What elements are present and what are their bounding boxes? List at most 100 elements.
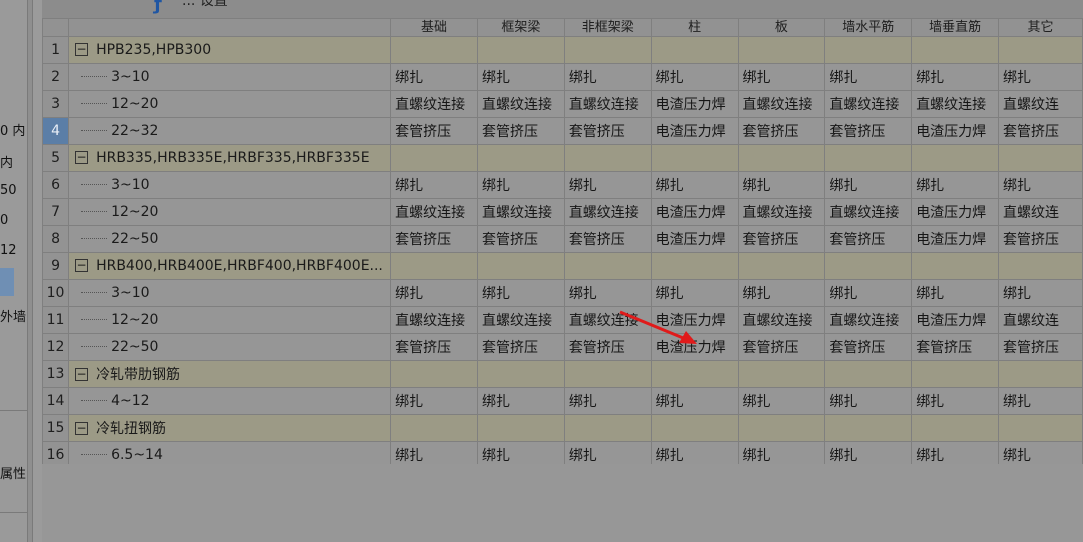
- connection-type-cell[interactable]: 绑扎: [911, 441, 1000, 464]
- connection-type-cell[interactable]: [998, 252, 1083, 280]
- connection-type-cell[interactable]: 绑扎: [390, 63, 478, 91]
- connection-type-cell[interactable]: 套管挤压: [390, 225, 478, 253]
- table-row[interactable]: 8 22~50 套管挤压 套管挤压 套管挤压 电渣压力焊 套管挤压 套管挤压 电渣压力焊 套管挤压: [42, 225, 1083, 253]
- connection-type-cell[interactable]: 套管挤压: [824, 333, 913, 361]
- connection-type-cell[interactable]: [563, 414, 652, 442]
- connection-type-cell[interactable]: [390, 414, 478, 442]
- connection-type-cell[interactable]: 绑扎: [737, 387, 826, 415]
- row-number[interactable]: 1: [42, 36, 70, 64]
- column-header[interactable]: 基础: [390, 18, 478, 37]
- diameter-range-cell[interactable]: 3~10: [68, 63, 392, 91]
- connection-type-cell[interactable]: [737, 414, 826, 442]
- diameter-range-cell[interactable]: 3~10: [68, 279, 392, 307]
- connection-type-cell[interactable]: 绑扎: [998, 441, 1083, 464]
- table-group-row[interactable]: 1− HPB235,HPB300: [42, 36, 1083, 64]
- column-header[interactable]: 非框架梁: [563, 18, 652, 37]
- collapse-toggle-icon[interactable]: −: [75, 150, 89, 164]
- connection-type-cell[interactable]: 套管挤压: [824, 225, 913, 253]
- connection-type-cell[interactable]: 绑扎: [390, 387, 478, 415]
- group-name-cell[interactable]: − HRB400,HRB400E,HRBF400,HRBF400E...: [68, 252, 392, 280]
- connection-type-cell[interactable]: 套管挤压: [476, 333, 565, 361]
- table-row[interactable]: 16 6.5~14 绑扎 绑扎 绑扎 绑扎 绑扎 绑扎 绑扎 绑扎: [42, 441, 1083, 464]
- connection-type-cell[interactable]: 绑扎: [737, 279, 826, 307]
- row-number[interactable]: 8: [42, 225, 70, 253]
- connection-type-cell[interactable]: 直螺纹连接: [824, 306, 913, 334]
- connection-type-cell[interactable]: 绑扎: [998, 387, 1083, 415]
- connection-type-cell[interactable]: 套管挤压: [563, 225, 652, 253]
- connection-type-cell[interactable]: 套管挤压: [737, 333, 826, 361]
- connection-type-cell[interactable]: 套管挤压: [390, 333, 478, 361]
- connection-type-cell[interactable]: 套管挤压: [998, 333, 1083, 361]
- connection-type-cell[interactable]: 绑扎: [563, 171, 652, 199]
- connection-type-cell[interactable]: 绑扎: [650, 279, 739, 307]
- connection-type-cell[interactable]: 绑扎: [390, 279, 478, 307]
- connection-type-cell[interactable]: [737, 360, 826, 388]
- connection-type-cell[interactable]: 套管挤压: [998, 225, 1083, 253]
- table-row[interactable]: 2 3~10 绑扎 绑扎 绑扎 绑扎 绑扎 绑扎 绑扎 绑扎: [42, 63, 1083, 91]
- connection-type-cell[interactable]: [824, 252, 913, 280]
- connection-type-cell[interactable]: [911, 36, 1000, 64]
- collapse-toggle-icon[interactable]: −: [75, 258, 89, 272]
- connection-type-cell[interactable]: [476, 252, 565, 280]
- row-number[interactable]: 12: [42, 333, 70, 361]
- connection-type-cell[interactable]: 绑扎: [824, 63, 913, 91]
- connection-type-cell[interactable]: 绑扎: [737, 171, 826, 199]
- connection-type-cell[interactable]: 绑扎: [563, 387, 652, 415]
- connection-type-cell[interactable]: [998, 414, 1083, 442]
- connection-type-cell[interactable]: 绑扎: [824, 279, 913, 307]
- connection-type-cell[interactable]: 直螺纹连接: [563, 306, 652, 334]
- connection-type-cell[interactable]: [390, 36, 478, 64]
- connection-type-cell[interactable]: [563, 252, 652, 280]
- column-header[interactable]: 板: [737, 18, 826, 37]
- collapse-toggle-icon[interactable]: −: [75, 367, 89, 381]
- connection-type-cell[interactable]: 绑扎: [563, 441, 652, 464]
- diameter-range-cell[interactable]: 12~20: [68, 90, 392, 118]
- row-number[interactable]: 6: [42, 171, 70, 199]
- connection-type-cell[interactable]: [911, 252, 1000, 280]
- diameter-range-cell[interactable]: 6.5~14: [68, 441, 392, 464]
- connection-type-cell[interactable]: 直螺纹连接: [476, 90, 565, 118]
- connection-type-cell[interactable]: [563, 144, 652, 172]
- connection-type-cell[interactable]: 套管挤压: [998, 117, 1083, 145]
- connection-type-cell[interactable]: 电渣压力焊: [911, 198, 1000, 226]
- diameter-range-cell[interactable]: 22~50: [68, 225, 392, 253]
- connection-type-cell[interactable]: 绑扎: [476, 387, 565, 415]
- group-name-cell[interactable]: − HRB335,HRB335E,HRBF335,HRBF335E: [68, 144, 392, 172]
- table-group-row[interactable]: 13− 冷轧带肋钢筋: [42, 360, 1083, 388]
- connection-type-cell[interactable]: 直螺纹连接: [476, 198, 565, 226]
- connection-type-cell[interactable]: [911, 414, 1000, 442]
- connection-type-cell[interactable]: 绑扎: [824, 171, 913, 199]
- connection-type-cell[interactable]: [737, 36, 826, 64]
- connection-type-cell[interactable]: 套管挤压: [737, 225, 826, 253]
- diameter-range-cell[interactable]: 3~10: [68, 171, 392, 199]
- connection-type-cell[interactable]: 电渣压力焊: [911, 225, 1000, 253]
- connection-type-cell[interactable]: 绑扎: [476, 441, 565, 464]
- connection-type-cell[interactable]: 电渣压力焊: [650, 90, 739, 118]
- connection-type-cell[interactable]: 绑扎: [390, 441, 478, 464]
- connection-type-cell[interactable]: 套管挤压: [563, 333, 652, 361]
- connection-type-cell[interactable]: 绑扎: [911, 171, 1000, 199]
- connection-type-cell[interactable]: 绑扎: [650, 171, 739, 199]
- connection-type-cell[interactable]: 直螺纹连接: [737, 198, 826, 226]
- connection-type-cell[interactable]: 绑扎: [824, 441, 913, 464]
- connection-type-cell[interactable]: [390, 144, 478, 172]
- group-name-cell[interactable]: − 冷轧带肋钢筋: [68, 360, 392, 388]
- connection-type-cell[interactable]: [390, 360, 478, 388]
- connection-type-cell[interactable]: [824, 144, 913, 172]
- connection-type-cell[interactable]: 直螺纹连接: [390, 306, 478, 334]
- connection-type-cell[interactable]: 电渣压力焊: [911, 306, 1000, 334]
- diameter-range-cell[interactable]: 12~20: [68, 306, 392, 334]
- table-row[interactable]: 6 3~10 绑扎 绑扎 绑扎 绑扎 绑扎 绑扎 绑扎 绑扎: [42, 171, 1083, 199]
- connection-type-cell[interactable]: 直螺纹连: [998, 306, 1083, 334]
- column-header[interactable]: 框架梁: [476, 18, 565, 37]
- row-number[interactable]: 16: [42, 441, 70, 464]
- connection-type-cell[interactable]: 绑扎: [650, 63, 739, 91]
- row-number[interactable]: 15: [42, 414, 70, 442]
- diameter-range-cell[interactable]: 4~12: [68, 387, 392, 415]
- table-row[interactable]: 10 3~10 绑扎 绑扎 绑扎 绑扎 绑扎 绑扎 绑扎 绑扎: [42, 279, 1083, 307]
- connection-type-cell[interactable]: [737, 252, 826, 280]
- connection-type-cell[interactable]: 套管挤压: [563, 117, 652, 145]
- row-number[interactable]: 10: [42, 279, 70, 307]
- connection-type-cell[interactable]: 直螺纹连接: [824, 198, 913, 226]
- diameter-range-cell[interactable]: 12~20: [68, 198, 392, 226]
